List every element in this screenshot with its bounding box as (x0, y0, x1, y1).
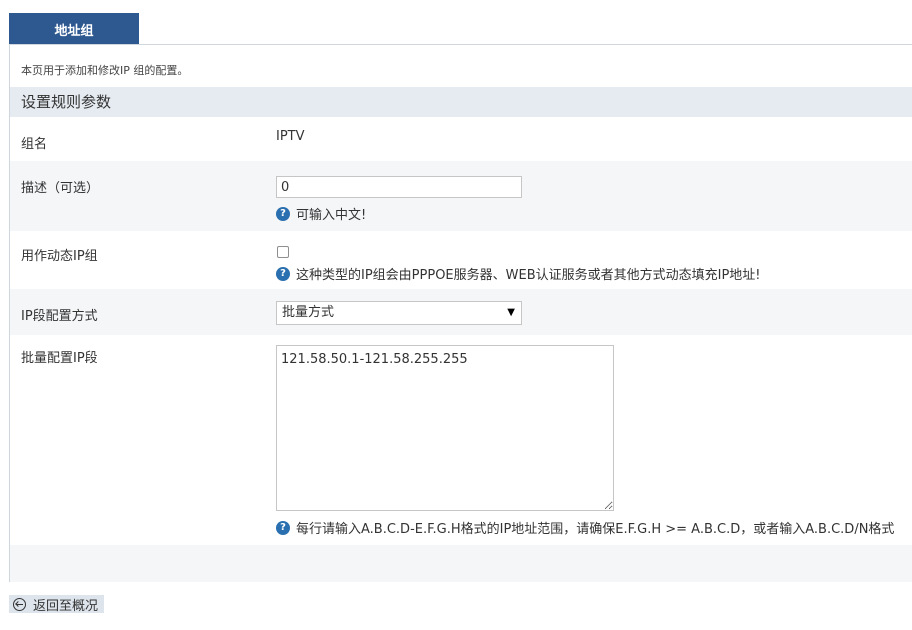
tab-address-group[interactable]: 地址组 (9, 13, 139, 45)
ip-mode-label: IP段配置方式 (21, 309, 98, 324)
dropdown-caret-icon: ▼ (507, 307, 515, 318)
row-ip-batch: 批量配置IP段 121.58.50.1-121.58.255.255 ? 每行请… (10, 335, 912, 545)
row-description: 描述（可选） ? 可输入中文! (10, 161, 912, 231)
panel-footer-area (10, 545, 912, 582)
section-title: 设置规则参数 (10, 87, 912, 117)
group-name-value: IPTV (276, 129, 305, 144)
row-dynamic-group: 用作动态IP组 ? 这种类型的IP组会由PPPOE服务器、WEB认证服务或者其他… (10, 231, 912, 289)
page-description: 本页用于添加和修改IP 组的配置。 (21, 64, 189, 77)
row-ip-mode: IP段配置方式 批量方式 ▼ (10, 289, 912, 335)
question-circle-icon: ? (276, 266, 290, 281)
ip-batch-textarea[interactable]: 121.58.50.1-121.58.255.255 (276, 345, 614, 511)
group-name-label: 组名 (21, 137, 48, 152)
description-hint-text: 可输入中文! (296, 208, 367, 223)
dynamic-group-hint: ? 这种类型的IP组会由PPPOE服务器、WEB认证服务或者其他方式动态填充IP… (276, 264, 761, 283)
dynamic-group-checkbox[interactable] (277, 246, 289, 258)
description-hint: ? 可输入中文! (276, 204, 366, 223)
config-panel: 本页用于添加和修改IP 组的配置。 设置规则参数 组名 IPTV 描述（可选） … (9, 44, 912, 582)
dynamic-group-label: 用作动态IP组 (21, 249, 98, 264)
ip-batch-hint: ? 每行请输入A.B.C.D-E.F.G.H格式的IP地址范围，请确保E.F.G… (276, 518, 894, 537)
ip-mode-select[interactable]: 批量方式 ▼ (276, 301, 522, 325)
question-circle-icon: ? (276, 520, 290, 535)
circle-arrow-left-icon (13, 597, 26, 611)
back-to-overview-label: 返回至概况 (33, 598, 99, 614)
description-label: 描述（可选） (21, 181, 100, 196)
row-group-name: 组名 IPTV (10, 117, 912, 161)
dynamic-group-hint-text: 这种类型的IP组会由PPPOE服务器、WEB认证服务或者其他方式动态填充IP地址… (296, 268, 761, 283)
ip-batch-hint-text: 每行请输入A.B.C.D-E.F.G.H格式的IP地址范围，请确保E.F.G.H… (296, 522, 895, 537)
ip-mode-selected: 批量方式 (282, 305, 335, 320)
ip-batch-label: 批量配置IP段 (21, 351, 98, 366)
description-input[interactable] (276, 176, 522, 198)
question-circle-icon: ? (276, 206, 290, 221)
back-to-overview-link[interactable]: 返回至概况 (9, 595, 105, 614)
